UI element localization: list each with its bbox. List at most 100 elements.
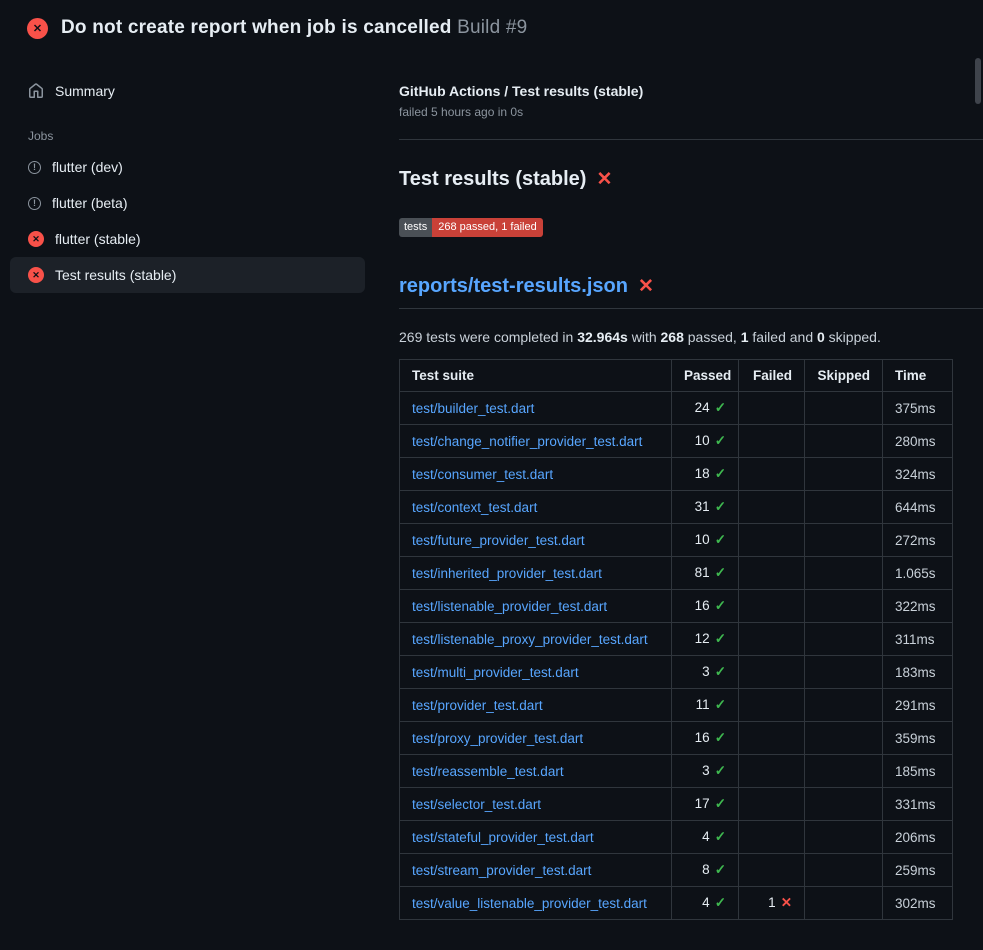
failed-x-icon: ✕ <box>596 170 612 189</box>
test-suite-link[interactable]: test/provider_test.dart <box>412 698 543 713</box>
failed-cell: 1✕ <box>739 887 805 920</box>
suite-cell: test/proxy_provider_test.dart <box>400 722 672 755</box>
time-cell: 331ms <box>883 788 953 821</box>
passed-cell: 8✓ <box>672 854 739 887</box>
test-suite-link[interactable]: test/value_listenable_provider_test.dart <box>412 896 647 911</box>
time-cell: 291ms <box>883 689 953 722</box>
skipped-cell <box>805 392 883 425</box>
sidebar-job-flutter-stable[interactable]: ✕flutter (stable) <box>10 221 365 257</box>
suite-cell: test/stateful_provider_test.dart <box>400 821 672 854</box>
sidebar-job-test-results-stable[interactable]: ✕Test results (stable) <box>10 257 365 293</box>
skipped-cell <box>805 821 883 854</box>
badge-label: tests <box>399 218 432 237</box>
table-row: test/consumer_test.dart18✓324ms <box>400 458 953 491</box>
suite-cell: test/listenable_provider_test.dart <box>400 590 672 623</box>
passed-count: 17 <box>695 796 710 811</box>
test-suite-link[interactable]: test/reassemble_test.dart <box>412 764 564 779</box>
table-row: test/builder_test.dart24✓375ms <box>400 392 953 425</box>
check-icon: ✓ <box>715 730 726 745</box>
time-cell: 324ms <box>883 458 953 491</box>
badge-value: 268 passed, 1 failed <box>432 218 542 237</box>
table-row: test/stream_provider_test.dart 8✓ 259ms <box>400 854 953 887</box>
test-suite-link[interactable]: test/future_provider_test.dart <box>412 533 585 548</box>
check-icon: ✓ <box>715 697 726 712</box>
table-row: test/listenable_proxy_provider_test.dart… <box>400 623 953 656</box>
summary-failed-count: 1 <box>741 329 749 345</box>
failed-cell <box>739 722 805 755</box>
tests-summary: 269 tests were completed in 32.964s with… <box>399 329 983 345</box>
job-label: flutter (beta) <box>52 195 127 211</box>
failed-cell <box>739 854 805 887</box>
col-failed: Failed <box>739 360 805 392</box>
passed-count: 10 <box>695 532 710 547</box>
test-suite-link[interactable]: test/consumer_test.dart <box>412 467 553 482</box>
test-suite-link[interactable]: test/inherited_provider_test.dart <box>412 566 602 581</box>
suite-cell: test/consumer_test.dart <box>400 458 672 491</box>
test-suite-link[interactable]: test/change_notifier_provider_test.dart <box>412 434 642 449</box>
test-suite-link[interactable]: test/context_test.dart <box>412 500 537 515</box>
skipped-cell <box>805 491 883 524</box>
passed-count: 4 <box>702 895 710 910</box>
skipped-cell <box>805 755 883 788</box>
home-icon <box>28 83 44 99</box>
time-cell: 183ms <box>883 656 953 689</box>
time-cell: 272ms <box>883 524 953 557</box>
x-circle-icon: ✕ <box>28 231 44 247</box>
passed-cell: 4✓ <box>672 821 739 854</box>
skipped-cell <box>805 722 883 755</box>
test-suite-link[interactable]: test/builder_test.dart <box>412 401 534 416</box>
summary-text: passed, <box>684 329 741 345</box>
test-suite-link[interactable]: test/stream_provider_test.dart <box>412 863 591 878</box>
sidebar-item-summary[interactable]: Summary <box>10 73 365 109</box>
sidebar-job-flutter-beta[interactable]: !flutter (beta) <box>10 185 365 221</box>
failed-cell <box>739 821 805 854</box>
table-row: test/selector_test.dart 17 ✓ 331ms <box>400 788 953 821</box>
sidebar-job-flutter-dev[interactable]: ! flutter (dev) <box>10 149 365 185</box>
test-suite-link[interactable]: test/proxy_provider_test.dart <box>412 731 583 746</box>
passed-cell: 10✓ <box>672 425 739 458</box>
time-cell: 1.065s <box>883 557 953 590</box>
report-link[interactable]: reports/test-results.json <box>399 275 628 298</box>
alert-circle-icon: ! <box>28 161 41 174</box>
table-row: test/future_provider_test.dart10✓272ms <box>400 524 953 557</box>
skipped-cell <box>805 524 883 557</box>
table-row: test/value_listenable_provider_test.dart… <box>400 887 953 920</box>
passed-count: 11 <box>696 697 710 712</box>
check-icon: ✓ <box>715 565 726 580</box>
main-content: GitHub Actions / Test results (stable) f… <box>375 53 983 920</box>
test-suite-link[interactable]: test/selector_test.dart <box>412 797 541 812</box>
skipped-cell <box>805 623 883 656</box>
time-cell: 259ms <box>883 854 953 887</box>
tests-badge: tests 268 passed, 1 failed <box>399 218 543 237</box>
scrollbar[interactable] <box>975 58 981 104</box>
build-title: Do not create report when job is cancell… <box>61 17 527 39</box>
check-icon: ✓ <box>715 466 726 481</box>
test-suite-link[interactable]: test/stateful_provider_test.dart <box>412 830 594 845</box>
passed-count: 3 <box>702 664 710 679</box>
summary-skipped-count: 0 <box>817 329 825 345</box>
test-suite-link[interactable]: test/listenable_proxy_provider_test.dart <box>412 632 648 647</box>
check-icon: ✓ <box>715 598 726 613</box>
check-icon: ✓ <box>715 664 726 679</box>
breadcrumb: GitHub Actions / Test results (stable) <box>399 83 983 99</box>
x-icon: ✕ <box>781 895 792 910</box>
summary-duration: 32.964s <box>577 329 628 345</box>
suite-cell: test/context_test.dart <box>400 491 672 524</box>
passed-count: 10 <box>695 433 710 448</box>
suite-cell: test/reassemble_test.dart <box>400 755 672 788</box>
test-suite-link[interactable]: test/listenable_provider_test.dart <box>412 599 607 614</box>
x-circle-icon: ✕ <box>28 267 44 283</box>
divider <box>399 139 983 140</box>
job-label: flutter (dev) <box>52 159 123 175</box>
failed-cell <box>739 590 805 623</box>
suite-cell: test/future_provider_test.dart <box>400 524 672 557</box>
suite-cell: test/multi_provider_test.dart <box>400 656 672 689</box>
passed-cell: 12✓ <box>672 623 739 656</box>
skipped-cell <box>805 557 883 590</box>
check-icon: ✓ <box>715 796 726 811</box>
failed-cell <box>739 656 805 689</box>
summary-label: Summary <box>55 83 115 99</box>
time-cell: 311ms <box>883 623 953 656</box>
passed-count: 31 <box>695 499 710 514</box>
test-suite-link[interactable]: test/multi_provider_test.dart <box>412 665 579 680</box>
